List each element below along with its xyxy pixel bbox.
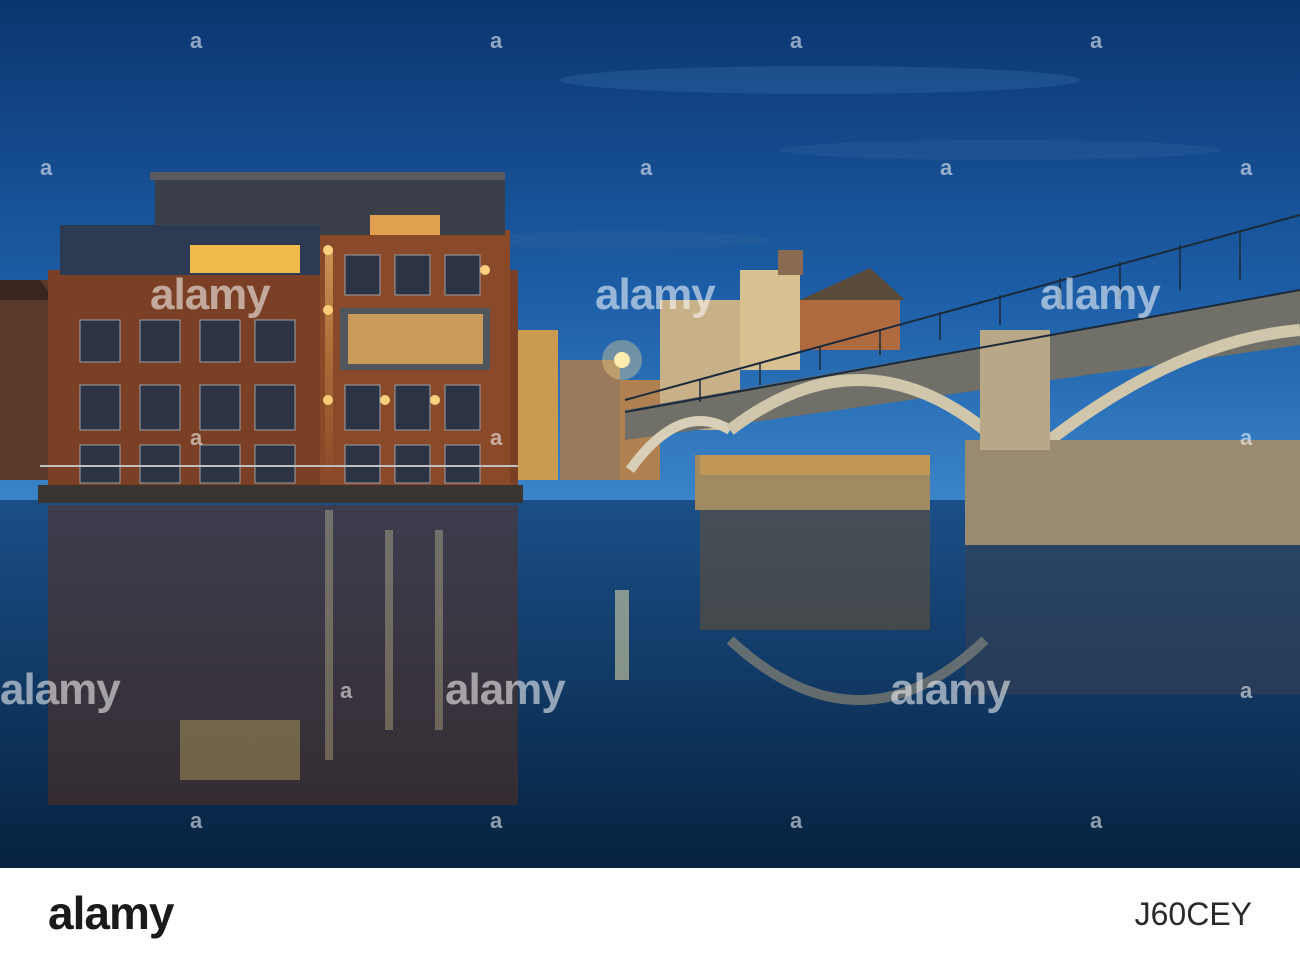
cloud bbox=[470, 231, 770, 249]
cloud bbox=[780, 140, 1220, 160]
cloud bbox=[560, 66, 1080, 94]
footer-bar: alamy J60CEY bbox=[0, 868, 1300, 957]
image-code: J60CEY bbox=[1134, 896, 1252, 932]
alamy-logo[interactable]: alamy bbox=[48, 886, 174, 940]
photo: a a a a alamy alamy alamy alamy alamy al… bbox=[0, 0, 1300, 868]
old-house bbox=[0, 280, 55, 480]
river-scene bbox=[0, 0, 1300, 868]
